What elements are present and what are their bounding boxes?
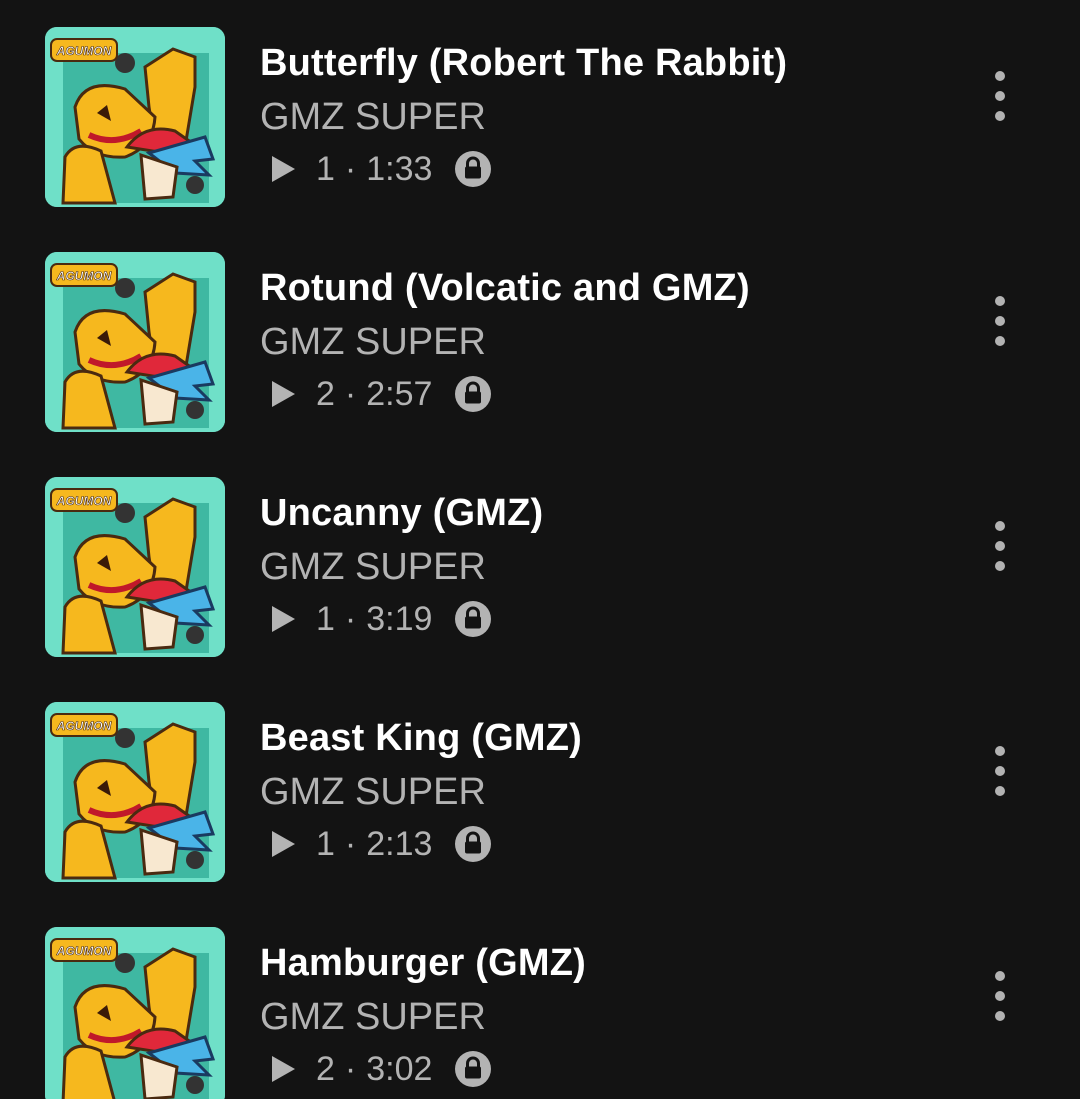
lock-icon bbox=[455, 1051, 492, 1087]
more-options-icon[interactable] bbox=[980, 518, 1020, 574]
play-count: 2 bbox=[316, 1049, 335, 1088]
track-artist[interactable]: GMZ SUPER bbox=[260, 996, 486, 1039]
artwork-logo-text: AGUMON bbox=[56, 719, 112, 733]
track-title: Beast King (GMZ) bbox=[260, 717, 582, 759]
track-meta: 1 · 3:19 bbox=[268, 597, 492, 641]
track-duration: 3:02 bbox=[366, 1049, 433, 1088]
play-icon bbox=[272, 606, 295, 632]
meta-separator: · bbox=[344, 824, 357, 863]
play-icon bbox=[272, 381, 295, 407]
lock-icon bbox=[455, 826, 492, 862]
track-title: Butterfly (Robert The Rabbit) bbox=[260, 42, 788, 84]
lock-icon bbox=[455, 151, 492, 187]
artwork-image: AGUMON bbox=[45, 477, 225, 657]
track-artist[interactable]: GMZ SUPER bbox=[260, 321, 486, 364]
more-options-icon[interactable] bbox=[980, 68, 1020, 124]
track-meta: 2 · 3:02 bbox=[268, 1047, 492, 1091]
track-duration: 3:19 bbox=[366, 599, 433, 638]
track-meta: 1 · 2:13 bbox=[268, 822, 492, 866]
play-icon bbox=[272, 831, 295, 857]
track-row[interactable]: AGUMON Beast King (GMZ) GMZ SUPER 1 · 2:… bbox=[0, 675, 1080, 900]
track-artwork: AGUMON bbox=[45, 927, 225, 1099]
meta-separator: · bbox=[344, 149, 357, 188]
artwork-image: AGUMON bbox=[45, 927, 225, 1099]
meta-separator: · bbox=[344, 1049, 357, 1088]
lock-icon bbox=[455, 601, 492, 637]
more-options-icon[interactable] bbox=[980, 293, 1020, 349]
track-title: Rotund (Volcatic and GMZ) bbox=[260, 267, 750, 309]
play-count: 1 bbox=[316, 599, 335, 638]
track-title: Uncanny (GMZ) bbox=[260, 492, 544, 534]
track-artwork: AGUMON bbox=[45, 702, 225, 882]
artwork-image: AGUMON bbox=[45, 27, 225, 207]
track-artist[interactable]: GMZ SUPER bbox=[260, 96, 486, 139]
play-icon bbox=[272, 1056, 295, 1082]
track-duration: 1:33 bbox=[366, 149, 433, 188]
track-meta: 2 · 2:57 bbox=[268, 372, 492, 416]
meta-separator: · bbox=[344, 374, 357, 413]
play-icon bbox=[272, 156, 295, 182]
track-row[interactable]: AGUMON Rotund (Volcatic and GMZ) GMZ SUP… bbox=[0, 225, 1080, 450]
track-row[interactable]: AGUMON Uncanny (GMZ) GMZ SUPER 1 · 3:19 bbox=[0, 450, 1080, 675]
artwork-logo-text: AGUMON bbox=[56, 269, 112, 283]
track-artwork: AGUMON bbox=[45, 477, 225, 657]
track-artist[interactable]: GMZ SUPER bbox=[260, 771, 486, 814]
track-artwork: AGUMON bbox=[45, 27, 225, 207]
artwork-logo-text: AGUMON bbox=[56, 944, 112, 958]
artwork-image: AGUMON bbox=[45, 252, 225, 432]
track-artist[interactable]: GMZ SUPER bbox=[260, 546, 486, 589]
track-row[interactable]: AGUMON Butterfly (Robert The Rabbit) GMZ… bbox=[0, 0, 1080, 225]
track-duration: 2:13 bbox=[366, 824, 433, 863]
track-meta: 1 · 1:33 bbox=[268, 147, 492, 191]
play-count: 1 bbox=[316, 824, 335, 863]
track-artwork: AGUMON bbox=[45, 252, 225, 432]
more-options-icon[interactable] bbox=[980, 743, 1020, 799]
artwork-image: AGUMON bbox=[45, 702, 225, 882]
track-list: AGUMON Butterfly (Robert The Rabbit) GMZ… bbox=[0, 0, 1080, 1099]
artwork-logo-text: AGUMON bbox=[56, 44, 112, 58]
more-options-icon[interactable] bbox=[980, 968, 1020, 1024]
meta-separator: · bbox=[344, 599, 357, 638]
play-count: 1 bbox=[316, 149, 335, 188]
play-count: 2 bbox=[316, 374, 335, 413]
track-title: Hamburger (GMZ) bbox=[260, 942, 586, 984]
artwork-logo-text: AGUMON bbox=[56, 494, 112, 508]
lock-icon bbox=[455, 376, 492, 412]
track-row[interactable]: AGUMON Hamburger (GMZ) GMZ SUPER 2 · 3:0… bbox=[0, 900, 1080, 1099]
track-duration: 2:57 bbox=[366, 374, 433, 413]
